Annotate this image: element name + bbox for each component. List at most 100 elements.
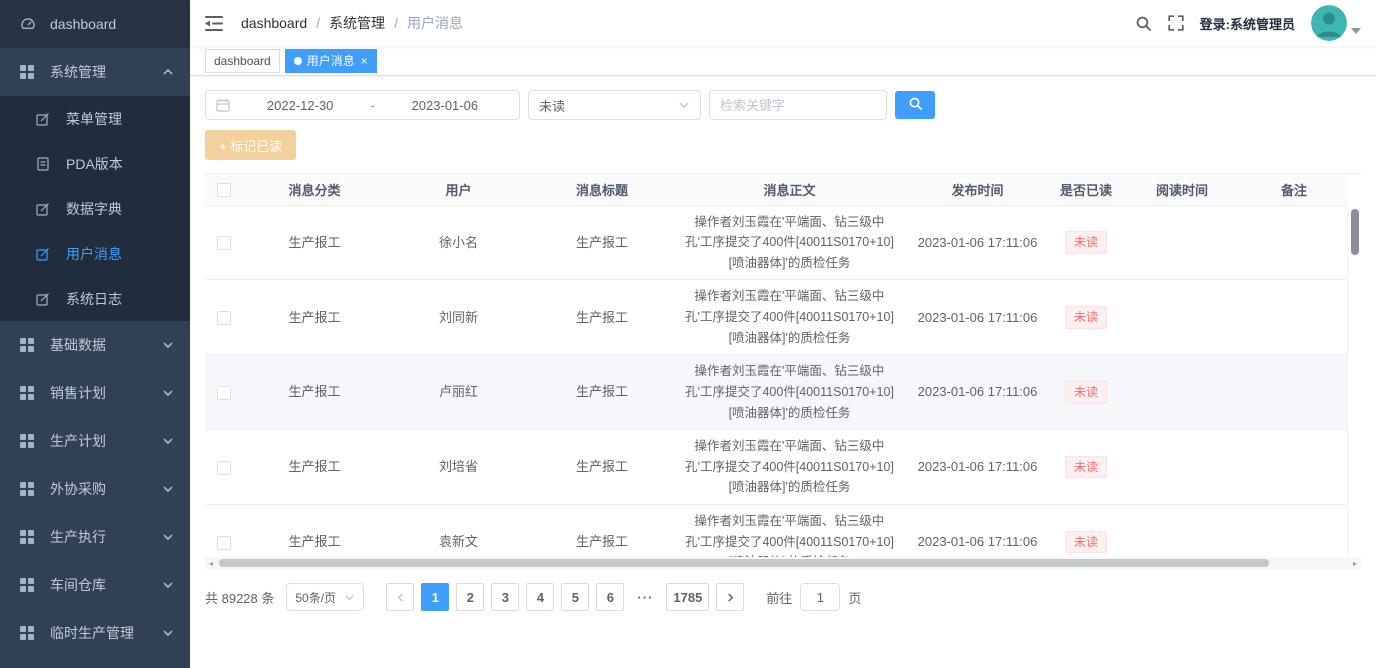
keyword-search-input[interactable] xyxy=(720,98,876,113)
page-number-button[interactable]: 3 xyxy=(491,583,519,611)
page-number-button[interactable]: 2 xyxy=(456,583,484,611)
menu-grid-icon xyxy=(20,338,42,352)
tab-user-messages[interactable]: 用户消息 × xyxy=(285,49,377,73)
page-number-button[interactable]: 6 xyxy=(596,583,624,611)
cell-user: 刘同新 xyxy=(386,280,531,355)
fullscreen-icon[interactable] xyxy=(1168,15,1184,31)
page-number-button[interactable]: 4 xyxy=(526,583,554,611)
vertical-scrollbar[interactable] xyxy=(1347,205,1361,557)
sidebar-item-sales-plan[interactable]: 销售计划 xyxy=(0,369,190,417)
table-row[interactable]: 生产报工 卢丽红 生产报工 操作者刘玉霞在'平端面、钻三级中孔'工序提交了400… xyxy=(205,355,1347,430)
cell-read-time xyxy=(1123,355,1241,430)
cell-remark xyxy=(1241,205,1347,280)
last-page-button[interactable]: 1785 xyxy=(666,583,709,611)
prev-page-button[interactable] xyxy=(386,583,414,611)
cell-read-time xyxy=(1123,505,1241,558)
status-badge: 未读 xyxy=(1065,381,1107,404)
sidebar-item-label: 系统管理 xyxy=(50,62,162,82)
sidebar-item-label: 生产计划 xyxy=(50,431,162,451)
sidebar-item-basic-data[interactable]: 基础数据 xyxy=(0,321,190,369)
sidebar-item-label: 临时生产管理 xyxy=(50,623,162,643)
sidebar-item-production-plan[interactable]: 生产计划 xyxy=(0,417,190,465)
search-button[interactable] xyxy=(895,91,935,119)
cell-read-time xyxy=(1123,205,1241,280)
pager-ellipsis[interactable]: ··· xyxy=(631,583,659,611)
chevron-down-icon xyxy=(162,387,174,399)
row-checkbox[interactable] xyxy=(217,386,231,400)
sidebar-item-user-messages[interactable]: 用户消息 xyxy=(0,231,190,276)
sidebar-item-label: 数据字典 xyxy=(66,199,174,219)
navbar-right: 登录:系统管理员 xyxy=(1135,5,1361,41)
vertical-scrollbar-thumb[interactable] xyxy=(1351,209,1359,255)
scroll-right-arrow-icon[interactable]: ▸ xyxy=(1349,557,1361,569)
table-row[interactable]: 生产报工 袁新文 生产报工 操作者刘玉霞在'平端面、钻三级中孔'工序提交了400… xyxy=(205,505,1347,558)
column-header-user: 用户 xyxy=(386,174,531,205)
total-count-label: 共 89228 条 xyxy=(205,588,274,607)
tab-label: dashboard xyxy=(214,54,271,68)
sidebar-item-system-management[interactable]: 系统管理 xyxy=(0,48,190,96)
sidebar-item-label: 菜单管理 xyxy=(66,109,174,129)
tab-close-icon[interactable]: × xyxy=(361,55,368,67)
page-number-button[interactable]: 5 xyxy=(561,583,589,611)
sidebar-item-menu-management[interactable]: 菜单管理 xyxy=(0,96,190,141)
sidebar-item-temp-production-management[interactable]: 临时生产管理 xyxy=(0,609,190,657)
goto-page-input[interactable] xyxy=(800,583,840,611)
cell-remark xyxy=(1241,505,1347,558)
collapse-sidebar-icon[interactable] xyxy=(205,16,231,31)
menu-grid-icon xyxy=(20,626,42,640)
sidebar-item-system-logs[interactable]: 系统日志 xyxy=(0,276,190,321)
table-row[interactable]: 生产报工 刘培省 生产报工 操作者刘玉霞在'平端面、钻三级中孔'工序提交了400… xyxy=(205,430,1347,505)
breadcrumb-separator: / xyxy=(394,15,398,31)
search-icon[interactable] xyxy=(1135,15,1152,32)
cell-category: 生产报工 xyxy=(243,205,386,280)
tab-dashboard[interactable]: dashboard xyxy=(205,49,280,73)
avatar[interactable] xyxy=(1311,5,1347,41)
table-row[interactable]: 生产报工 徐小名 生产报工 操作者刘玉霞在'平端面、钻三级中孔'工序提交了400… xyxy=(205,205,1347,280)
edit-icon xyxy=(36,247,58,261)
select-value: 未读 xyxy=(539,96,565,115)
column-header-read-time: 阅读时间 xyxy=(1123,174,1241,205)
select-all-checkbox[interactable] xyxy=(217,183,231,197)
horizontal-scrollbar-thumb[interactable] xyxy=(219,559,1269,567)
menu-grid-icon xyxy=(20,482,42,496)
page-number-button[interactable]: 1 xyxy=(421,583,449,611)
breadcrumb-item[interactable]: dashboard xyxy=(241,15,307,31)
read-status-select[interactable]: 未读 xyxy=(528,90,701,120)
chevron-down-icon xyxy=(162,483,174,495)
cell-title: 生产报工 xyxy=(531,430,673,505)
mark-read-button[interactable]: + 标记已读 xyxy=(205,130,296,160)
page-content: 2022-12-30 - 2023-01-06 未读 xyxy=(190,76,1376,668)
horizontal-scrollbar[interactable]: ◂ ▸ xyxy=(205,557,1361,569)
sidebar-item-data-dictionary[interactable]: 数据字典 xyxy=(0,186,190,231)
row-checkbox[interactable] xyxy=(217,236,231,250)
goto-label: 前往 xyxy=(766,588,792,607)
scroll-left-arrow-icon[interactable]: ◂ xyxy=(205,557,217,569)
date-end-value: 2023-01-06 xyxy=(381,98,509,113)
sidebar-item-production-execution[interactable]: 生产执行 xyxy=(0,513,190,561)
breadcrumb-item[interactable]: 系统管理 xyxy=(329,13,385,33)
system-management-submenu: 菜单管理 PDA版本 数据字典 用户消息 xyxy=(0,96,190,321)
sidebar-item-pda-version[interactable]: PDA版本 xyxy=(0,141,190,186)
edit-icon xyxy=(36,292,58,306)
column-header-publish-time: 发布时间 xyxy=(906,174,1049,205)
dashboard-icon xyxy=(20,16,42,32)
page-size-select[interactable]: 50条/页 xyxy=(286,583,364,611)
row-checkbox[interactable] xyxy=(217,461,231,475)
user-menu[interactable] xyxy=(1311,5,1361,41)
table-header-row: 消息分类 用户 消息标题 消息正文 发布时间 是否已读 阅读时间 备注 xyxy=(205,174,1347,205)
cell-publish-time: 2023-01-06 17:11:06 xyxy=(906,205,1049,280)
cell-category: 生产报工 xyxy=(243,355,386,430)
next-page-button[interactable] xyxy=(716,583,744,611)
sidebar-item-workshop-warehouse[interactable]: 车间仓库 xyxy=(0,561,190,609)
cell-remark xyxy=(1241,430,1347,505)
sidebar: dashboard 系统管理 菜单管理 PDA版本 xyxy=(0,0,190,668)
date-start-value: 2022-12-30 xyxy=(236,98,364,113)
table-row[interactable]: 生产报工 刘同新 生产报工 操作者刘玉霞在'平端面、钻三级中孔'工序提交了400… xyxy=(205,280,1347,355)
date-range-picker[interactable]: 2022-12-30 - 2023-01-06 xyxy=(205,90,520,120)
sidebar-item-dashboard[interactable]: dashboard xyxy=(0,0,190,48)
sidebar-item-outsourcing-purchase[interactable]: 外协采购 xyxy=(0,465,190,513)
row-checkbox[interactable] xyxy=(217,536,231,550)
row-checkbox[interactable] xyxy=(217,311,231,325)
edit-icon xyxy=(36,202,58,216)
column-header-category: 消息分类 xyxy=(243,174,386,205)
